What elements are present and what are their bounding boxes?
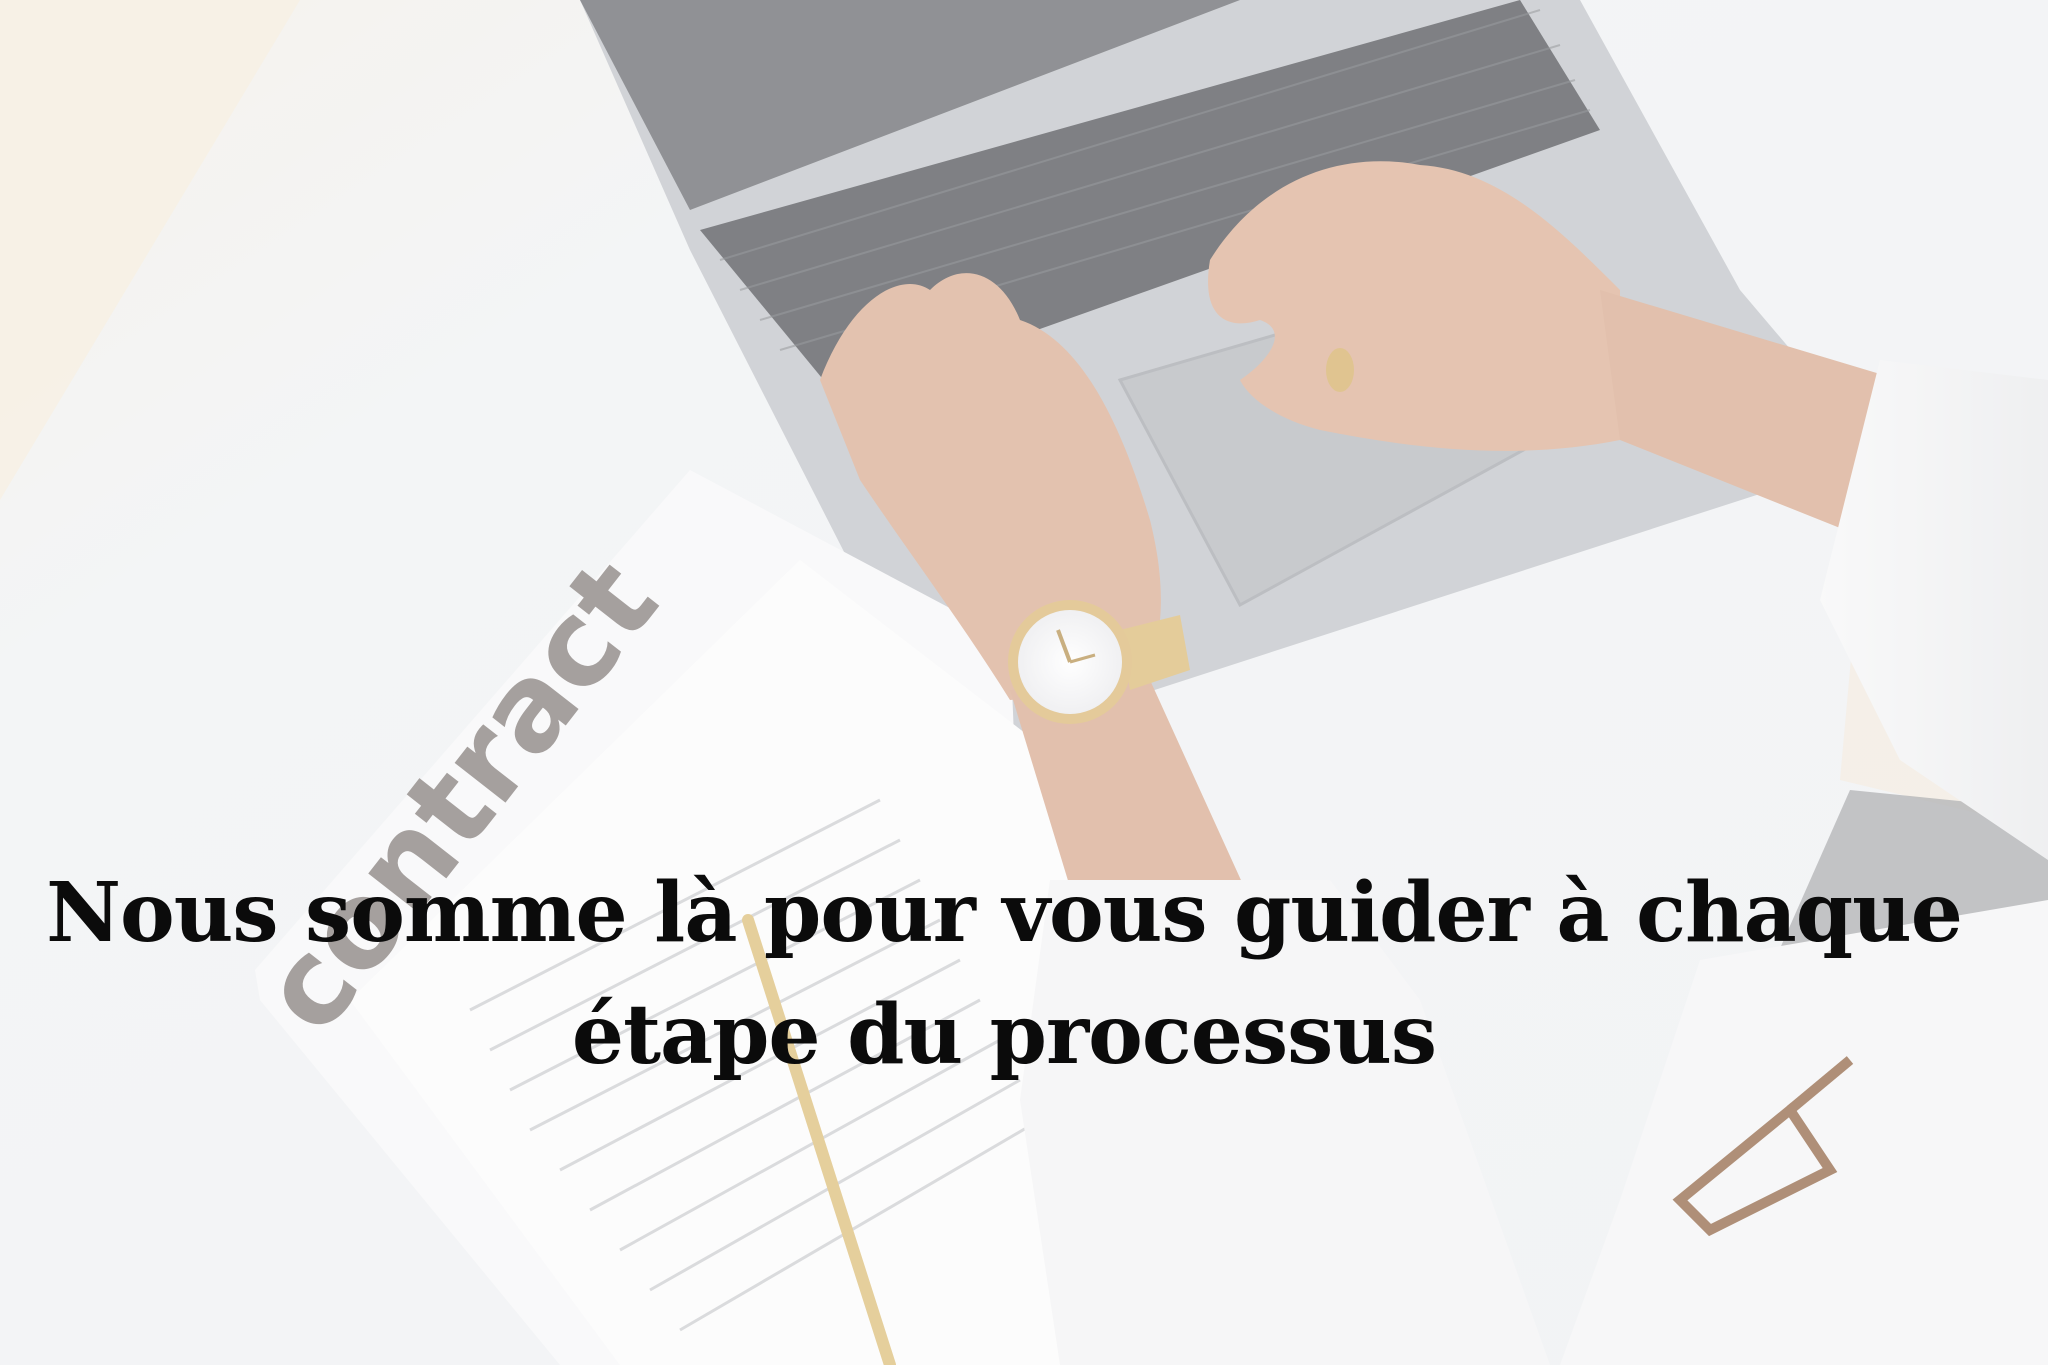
desk-photo: contract xyxy=(0,0,2048,1365)
headline: Nous somme là pour vous guider à chaque … xyxy=(0,852,2048,1096)
white-overlay xyxy=(0,0,2048,1365)
headline-line-1: Nous somme là pour vous guider à chaque xyxy=(46,865,1963,961)
headline-line-2: étape du processus xyxy=(571,987,1437,1083)
photo-scene: contract xyxy=(0,0,2048,1365)
